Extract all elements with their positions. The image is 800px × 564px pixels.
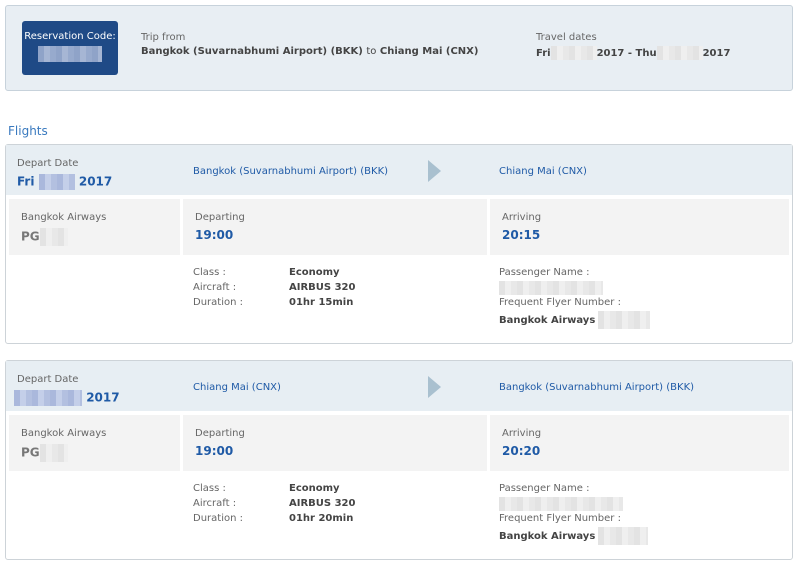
flight-card-header: Depart Date 2017 Chiang Mai (CNX) Bangko… (6, 361, 792, 411)
depart-year: 2017 (86, 390, 120, 405)
class-label: Class : (193, 267, 226, 278)
ffn-label: Frequent Flyer Number : (499, 297, 621, 308)
arriving-cell: Arriving 20:15 (490, 199, 789, 255)
flight-origin: Chiang Mai (CNX) (193, 382, 281, 393)
trip-to-word: to (366, 46, 377, 57)
airline-cell: Bangkok Airways PG (9, 199, 180, 255)
ffn-label: Frequent Flyer Number : (499, 513, 621, 524)
ffn-airline: Bangkok Airways (499, 531, 596, 542)
duration-value: 01hr 20min (289, 513, 354, 524)
reservation-code-label: Reservation Code: (24, 31, 116, 42)
departing-time: 19:00 (195, 444, 234, 458)
aircraft-value: AIRBUS 320 (289, 282, 356, 293)
trip-route: Bangkok (Suvarnabhumi Airport) (BKK) to … (141, 46, 478, 57)
flight-destination: Chiang Mai (CNX) (499, 166, 587, 177)
arriving-time: 20:20 (502, 444, 541, 458)
class-value: Economy (289, 267, 340, 278)
trip-label: Trip from (141, 32, 186, 43)
airline-name: Bangkok Airways (21, 212, 107, 223)
duration-label: Duration : (193, 513, 243, 524)
departing-label: Departing (195, 212, 245, 223)
depart-date-value: Fri 2017 (17, 174, 112, 190)
aircraft-value: AIRBUS 320 (289, 498, 356, 509)
aircraft-label: Aircraft : (193, 282, 237, 293)
arriving-label: Arriving (502, 428, 542, 439)
flight-prefix: PG (21, 229, 40, 244)
depart-date-redacted (14, 390, 82, 406)
departing-cell: Departing 19:00 (183, 199, 487, 255)
flight-number-redacted (39, 228, 68, 246)
ffn-value: Bangkok Airways (499, 311, 651, 329)
ffn-redacted (598, 527, 649, 545)
flight-card-return: Depart Date 2017 Chiang Mai (CNX) Bangko… (5, 360, 793, 560)
flight-prefix: PG (21, 445, 40, 460)
reservation-summary: Reservation Code: Trip from Bangkok (Suv… (5, 5, 793, 91)
aircraft-label: Aircraft : (193, 498, 237, 509)
departing-label: Departing (195, 428, 245, 439)
departing-time: 19:00 (195, 228, 234, 242)
passenger-name-value (499, 281, 603, 295)
arriving-cell: Arriving 20:20 (490, 415, 789, 471)
trip-info: Trip from Bangkok (Suvarnabhumi Airport)… (141, 32, 478, 57)
duration-label: Duration : (193, 297, 243, 308)
passenger-name-label: Passenger Name : (499, 267, 590, 278)
duration-value: 01hr 15min (289, 297, 354, 308)
date-start-year: 2017 - (596, 48, 633, 59)
depart-date-label: Depart Date (17, 158, 79, 169)
depart-date-label: Depart Date (17, 374, 79, 385)
date-start-redacted (550, 46, 597, 60)
route-arrow-icon (428, 376, 441, 398)
depart-day: Fri (17, 174, 35, 189)
flight-card-header: Depart Date Fri 2017 Bangkok (Suvarnabhu… (6, 145, 792, 195)
airline-cell: Bangkok Airways PG (9, 415, 180, 471)
date-end-year: 2017 (702, 48, 731, 59)
travel-dates: Travel dates Fri 2017 - Thu 2017 (536, 32, 730, 60)
arriving-label: Arriving (502, 212, 542, 223)
depart-year: 2017 (78, 174, 113, 189)
reservation-code-redacted (38, 46, 102, 62)
ffn-redacted (598, 311, 651, 329)
airline-name: Bangkok Airways (21, 428, 107, 439)
passenger-name-value (499, 497, 623, 511)
reservation-code-box: Reservation Code: (22, 21, 118, 75)
date-end-day: Thu (635, 48, 657, 59)
flight-number: PG (21, 444, 68, 462)
passenger-name-redacted (499, 281, 603, 295)
depart-date-value: 2017 (14, 390, 120, 406)
flight-destination: Bangkok (Suvarnabhumi Airport) (BKK) (499, 382, 695, 393)
passenger-name-redacted (499, 497, 623, 511)
trip-origin: Bangkok (Suvarnabhumi Airport) (BKK) (141, 46, 363, 57)
flight-card-outbound: Depart Date Fri 2017 Bangkok (Suvarnabhu… (5, 144, 793, 344)
date-end-redacted (656, 46, 703, 60)
passenger-name-label: Passenger Name : (499, 483, 590, 494)
route-arrow-icon (428, 160, 441, 182)
class-value: Economy (289, 483, 340, 494)
ffn-airline: Bangkok Airways (499, 315, 596, 326)
travel-dates-value: Fri 2017 - Thu 2017 (536, 46, 730, 60)
trip-destination: Chiang Mai (CNX) (379, 46, 479, 57)
ffn-value: Bangkok Airways (499, 527, 649, 545)
date-start-day: Fri (536, 48, 551, 59)
departing-cell: Departing 19:00 (183, 415, 487, 471)
flight-number: PG (21, 228, 68, 246)
flights-heading: Flights (8, 124, 48, 138)
depart-date-redacted (38, 174, 75, 190)
flight-number-redacted (39, 444, 68, 462)
travel-dates-label: Travel dates (536, 32, 597, 43)
flight-origin: Bangkok (Suvarnabhumi Airport) (BKK) (193, 166, 389, 177)
class-label: Class : (193, 483, 226, 494)
arriving-time: 20:15 (502, 228, 541, 242)
